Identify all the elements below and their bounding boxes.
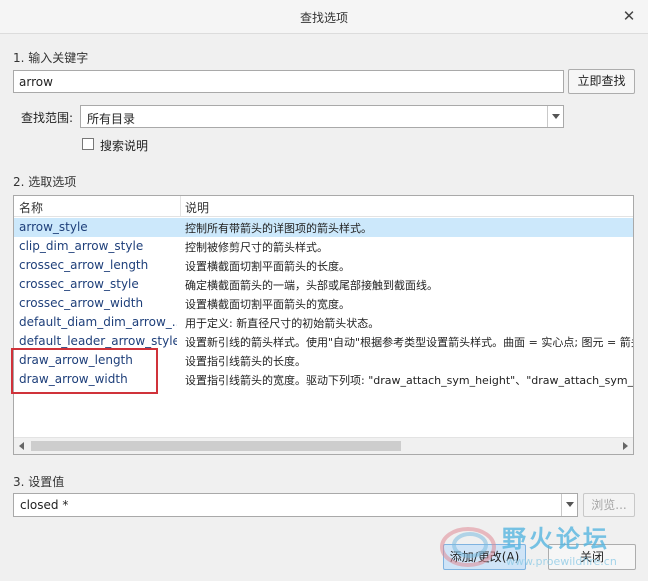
option-name: crossec_arrow_style: [19, 277, 139, 291]
scroll-right-icon[interactable]: [623, 442, 628, 450]
table-row[interactable]: crossec_arrow_width 设置横截面切割平面箭头的宽度。: [14, 294, 633, 313]
search-description-label: 搜索说明: [100, 139, 149, 153]
option-name: clip_dim_arrow_style: [19, 239, 144, 253]
close-button[interactable]: 关闭: [548, 544, 636, 570]
option-description: 确定横截面箭头的一端，头部或尾部接触到截面线。: [185, 279, 438, 292]
table-row[interactable]: default_leader_arrow_style 设置新引线的箭头样式。使用…: [14, 332, 633, 351]
scope-value: 所有目录: [87, 112, 136, 126]
table-row[interactable]: draw_arrow_length 设置指引线箭头的长度。: [14, 351, 633, 370]
add-change-button[interactable]: 添加/更改(A): [443, 544, 526, 570]
value-combobox[interactable]: closed *: [13, 493, 578, 517]
table-row[interactable]: draw_arrow_width 设置指引线箭头的宽度。驱动下列项: "draw…: [14, 370, 633, 389]
list-header: 名称 说明: [14, 196, 633, 217]
option-name: crossec_arrow_length: [19, 258, 149, 272]
option-description: 控制被修剪尺寸的箭头样式。: [185, 241, 328, 254]
option-description: 设置横截面切割平面箭头的长度。: [185, 260, 350, 273]
table-row[interactable]: default_diam_dim_arrow_... 用于定义: 新直径尺寸的初…: [14, 313, 633, 332]
option-name: default_leader_arrow_style: [19, 334, 177, 348]
table-row[interactable]: crossec_arrow_length 设置横截面切割平面箭头的长度。: [14, 256, 633, 275]
option-description: 设置横截面切割平面箭头的宽度。: [185, 298, 350, 311]
search-now-button[interactable]: 立即查找: [568, 69, 635, 94]
title-bar: 查找选项 ✕: [0, 0, 648, 34]
option-name: crossec_arrow_width: [19, 296, 144, 310]
section-set-value-label: 3. 设置值: [13, 475, 65, 489]
horizontal-scrollbar[interactable]: [14, 437, 633, 454]
keyword-input[interactable]: [13, 70, 564, 93]
column-separator[interactable]: [180, 196, 181, 217]
option-name: arrow_style: [19, 220, 88, 234]
chevron-down-icon[interactable]: [547, 106, 563, 127]
table-row[interactable]: crossec_arrow_style 确定横截面箭头的一端，头部或尾部接触到截…: [14, 275, 633, 294]
window-title: 查找选项: [299, 11, 348, 25]
option-description: 用于定义: 新直径尺寸的初始箭头状态。: [185, 317, 380, 330]
options-list[interactable]: 名称 说明 arrow_style 控制所有带箭头的详图项的箭头样式。 clip…: [13, 195, 634, 455]
section-keyword-label: 1. 输入关键字: [13, 51, 89, 65]
column-header-name[interactable]: 名称: [19, 199, 43, 216]
value-text: closed *: [20, 498, 69, 512]
search-description-checkbox[interactable]: [82, 138, 94, 150]
option-name: draw_arrow_width: [19, 372, 128, 386]
option-name: draw_arrow_length: [19, 353, 133, 367]
option-name: default_diam_dim_arrow_...: [19, 315, 177, 329]
option-description: 设置指引线箭头的长度。: [185, 355, 306, 368]
scroll-left-icon[interactable]: [19, 442, 24, 450]
table-row[interactable]: clip_dim_arrow_style 控制被修剪尺寸的箭头样式。: [14, 237, 633, 256]
scope-dropdown[interactable]: 所有目录: [80, 105, 564, 128]
option-description: 控制所有带箭头的详图项的箭头样式。: [185, 222, 372, 235]
section-options-label: 2. 选取选项: [13, 175, 77, 189]
table-row[interactable]: arrow_style 控制所有带箭头的详图项的箭头样式。: [14, 218, 633, 237]
scrollbar-thumb[interactable]: [31, 441, 401, 451]
browse-button[interactable]: 浏览...: [583, 493, 635, 517]
scope-label: 查找范围:: [21, 111, 74, 125]
chevron-down-icon[interactable]: [561, 494, 577, 516]
option-description: 设置新引线的箭头样式。使用"自动"根据参考类型设置箭头样式。曲面 = 实心点; …: [185, 336, 633, 349]
close-icon[interactable]: ✕: [620, 7, 638, 25]
column-header-description[interactable]: 说明: [185, 199, 209, 216]
option-description: 设置指引线箭头的宽度。驱动下列项: "draw_attach_sym_heigh…: [185, 374, 633, 387]
